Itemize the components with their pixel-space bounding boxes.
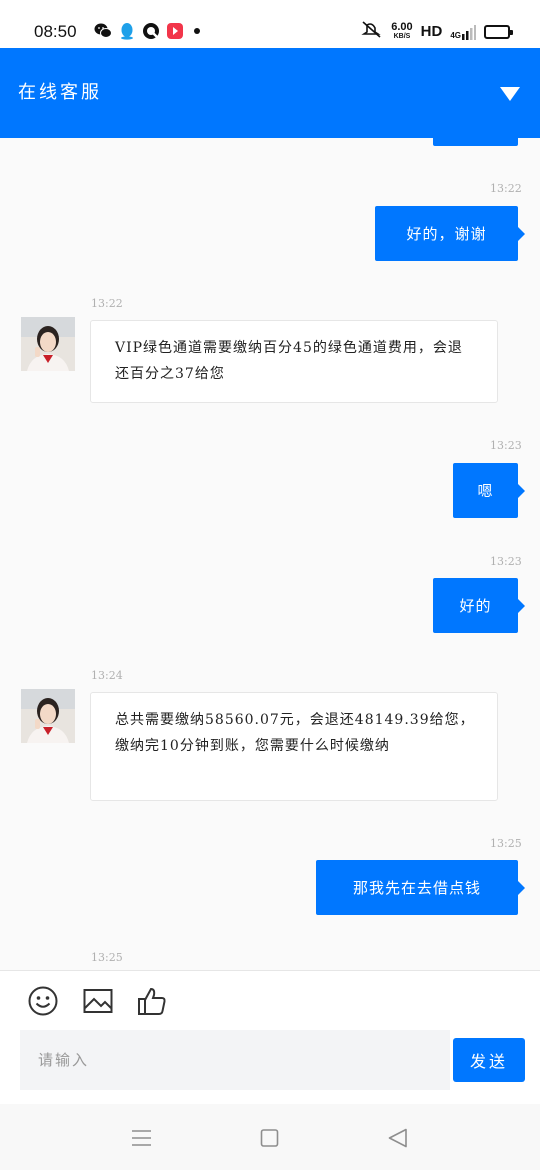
quark-icon	[142, 22, 160, 40]
signal-icon: 4G	[450, 24, 476, 40]
home-icon[interactable]	[258, 1126, 282, 1150]
message-timestamp: 13:23	[490, 555, 522, 568]
message-list[interactable]: 13:22 好的，谢谢 13:22 VIP绿色通道需要缴纳百分45的绿色通道费用…	[0, 138, 540, 970]
agent-avatar	[21, 317, 75, 371]
system-indicators: 6.00 KB/S HD 4G	[361, 20, 513, 43]
more-notifications-dot	[194, 28, 200, 34]
outgoing-message: 那我先在去借点钱	[316, 860, 525, 915]
network-speed: 6.00 KB/S	[391, 20, 413, 40]
previous-message-bubble	[433, 138, 518, 146]
mute-icon	[361, 20, 383, 43]
message-timestamp: 13:23	[490, 439, 522, 452]
outgoing-message: 好的，谢谢	[375, 206, 525, 261]
wechat-icon	[94, 22, 112, 40]
send-button[interactable]: 发送	[453, 1038, 525, 1082]
outgoing-message: 好的	[433, 578, 525, 633]
hd-indicator: HD	[420, 23, 443, 40]
qq-icon	[118, 22, 136, 40]
incoming-message: VIP绿色通道需要缴纳百分45的绿色通道费用，会退还百分之37给您	[90, 320, 498, 403]
status-bar: 08:50 6.00 KB/S HD 4G	[0, 0, 540, 48]
status-time: 08:50	[34, 22, 77, 41]
composer: 发送	[0, 1030, 540, 1104]
page-title: 在线客服	[18, 82, 102, 103]
message-timestamp: 13:25	[490, 837, 522, 850]
message-timestamp: 13:22	[490, 182, 522, 195]
outgoing-message: 嗯	[453, 463, 525, 518]
menu-icon[interactable]	[130, 1126, 154, 1150]
message-timestamp: 13:22	[91, 297, 123, 310]
message-input[interactable]	[20, 1030, 450, 1090]
thumbs-up-icon[interactable]	[136, 985, 168, 1017]
chat-header: 在线客服	[0, 48, 540, 138]
notification-icons	[94, 22, 200, 40]
video-app-icon	[166, 22, 184, 40]
agent-avatar	[21, 689, 75, 743]
image-icon[interactable]	[82, 985, 114, 1017]
incoming-message: 总共需要缴纳58560.07元，会退还48149.39给您，缴纳完10分钟到账，…	[90, 692, 498, 801]
system-nav-bar	[0, 1104, 540, 1170]
back-icon[interactable]	[386, 1126, 410, 1150]
message-timestamp: 13:25	[91, 951, 123, 964]
message-timestamp: 13:24	[91, 669, 123, 682]
triangle-down-icon	[500, 87, 520, 101]
collapse-toggle[interactable]	[500, 86, 520, 101]
battery-icon	[484, 24, 513, 39]
composer-toolbar	[0, 970, 540, 1030]
emoji-icon[interactable]	[27, 985, 59, 1017]
